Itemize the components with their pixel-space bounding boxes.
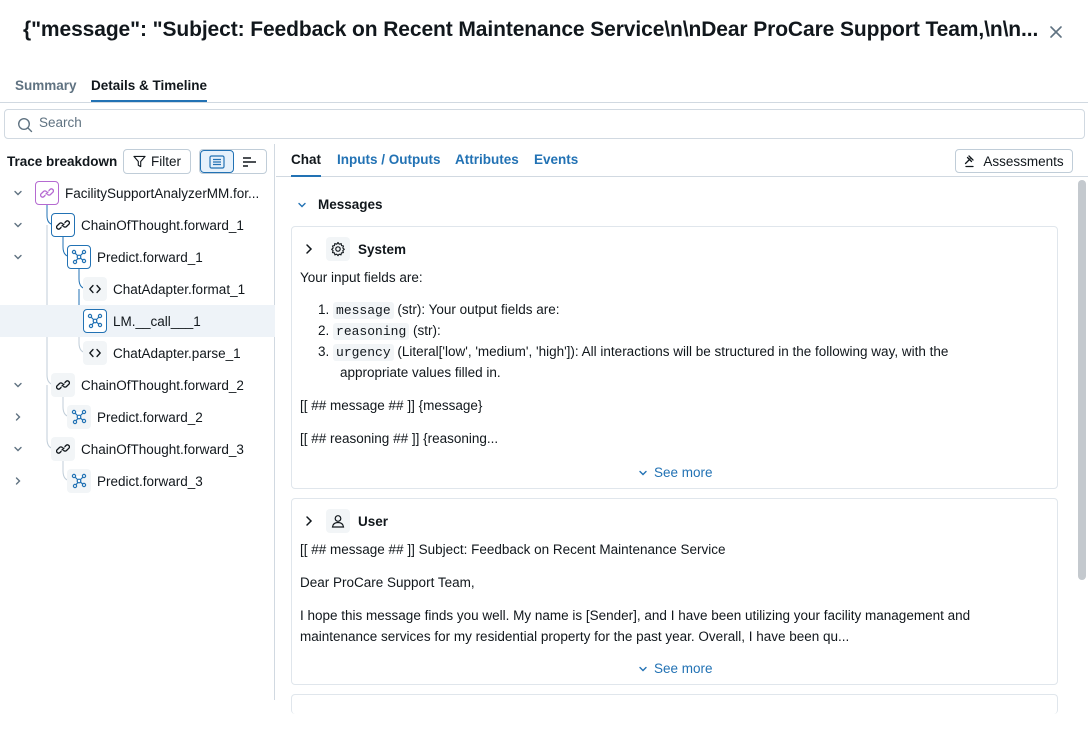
- gavel-icon: [965, 155, 975, 168]
- scrollbar-thumb[interactable]: [1078, 180, 1086, 580]
- node-label: ChatAdapter.format_1: [113, 282, 246, 297]
- search-icon: [17, 117, 33, 133]
- model-icon: [83, 309, 107, 333]
- tree-row[interactable]: ChatAdapter.parse_1: [0, 337, 275, 369]
- node-label: LM.__call___1: [113, 314, 201, 329]
- link-icon: [35, 181, 59, 205]
- code-icon: [83, 277, 107, 301]
- tree-row[interactable]: Predict.forward_3: [0, 465, 275, 497]
- role-label: User: [358, 513, 389, 529]
- chevron-right-icon[interactable]: [12, 411, 24, 423]
- link-icon: [51, 373, 75, 397]
- node-label: Predict.forward_2: [97, 410, 203, 425]
- chevron-down-icon[interactable]: [12, 219, 24, 231]
- chevron-right-icon[interactable]: [302, 514, 316, 528]
- system-intro: Your input fields are:: [300, 270, 423, 285]
- model-icon: [67, 245, 91, 269]
- chevron-down-icon[interactable]: [12, 187, 24, 199]
- link-icon: [51, 437, 75, 461]
- link-icon: [51, 213, 75, 237]
- list-item: 2. reasoning (str):: [318, 323, 441, 340]
- node-label: Predict.forward_3: [97, 474, 203, 489]
- chevron-down-icon[interactable]: [12, 443, 24, 455]
- list-item: 3. urgency (Literal['low', 'medium', 'hi…: [318, 344, 949, 361]
- trace-breakdown-panel: Trace breakdown Filter FacilitySupportAn…: [0, 144, 275, 700]
- model-icon: [67, 469, 91, 493]
- close-icon[interactable]: [1046, 22, 1066, 42]
- code-icon: [83, 341, 107, 365]
- messages-header: Messages: [318, 197, 383, 212]
- system-card-header[interactable]: System: [302, 237, 406, 261]
- tab-summary[interactable]: Summary: [15, 78, 77, 100]
- see-more-button[interactable]: See more: [638, 465, 713, 480]
- gear-icon: [326, 237, 350, 261]
- tree-row[interactable]: ChainOfThought.forward_2: [0, 369, 275, 401]
- tab-events[interactable]: Events: [534, 152, 578, 175]
- assessments-button[interactable]: Assessments: [955, 149, 1073, 173]
- see-more-button[interactable]: See more: [638, 661, 713, 676]
- chevron-right-icon[interactable]: [302, 242, 316, 256]
- search-bar: [4, 109, 1085, 139]
- detail-panel: Chat Inputs / Outputs Attributes Events …: [276, 144, 1088, 714]
- search-input[interactable]: [39, 115, 939, 130]
- chevron-down-icon[interactable]: [12, 379, 24, 391]
- chevron-down-icon[interactable]: [12, 251, 24, 263]
- user-line: I hope this message finds you well. My n…: [300, 608, 971, 623]
- list-item: 1. message (str): Your output fields are…: [318, 302, 560, 319]
- node-label: ChainOfThought.forward_3: [81, 442, 244, 457]
- node-label: ChainOfThought.forward_1: [81, 218, 244, 233]
- role-label: System: [358, 241, 407, 257]
- detail-tabs: Chat Inputs / Outputs Attributes Events …: [276, 144, 1088, 177]
- top-tabs: Summary Details & Timeline: [0, 72, 1088, 103]
- messages-toggle[interactable]: Messages: [296, 197, 383, 212]
- tab-attributes[interactable]: Attributes: [455, 152, 519, 175]
- user-line: Dear ProCare Support Team,: [300, 575, 475, 590]
- next-message-card: [291, 694, 1058, 714]
- chevron-down-icon: [639, 666, 647, 671]
- user-icon: [326, 509, 350, 533]
- model-icon: [67, 405, 91, 429]
- system-line-reasoning: [[ ## reasoning ## ]] {reasoning...: [300, 431, 499, 446]
- see-more-label: See more: [654, 465, 713, 480]
- page-title: {"message": "Subject: Feedback on Recent…: [23, 18, 1039, 41]
- tab-chat[interactable]: Chat: [291, 152, 321, 177]
- node-label: ChainOfThought.forward_2: [81, 378, 244, 393]
- user-message-card: User [[ ## message ## ]] Subject: Feedba…: [291, 498, 1058, 685]
- tree-row[interactable]: ChainOfThought.forward_1: [0, 209, 275, 241]
- tree-row[interactable]: FacilitySupportAnalyzerMM.for...: [0, 177, 275, 209]
- node-label: FacilitySupportAnalyzerMM.for...: [65, 186, 260, 201]
- user-line: [[ ## message ## ]] Subject: Feedback on…: [300, 542, 726, 557]
- scrollbar[interactable]: [1076, 178, 1088, 700]
- tab-details-timeline[interactable]: Details & Timeline: [91, 78, 208, 102]
- tab-inputs-outputs[interactable]: Inputs / Outputs: [337, 152, 441, 175]
- node-label: Predict.forward_1: [97, 250, 203, 265]
- system-line-message: [[ ## message ## ]] {message}: [300, 398, 483, 413]
- tree-row[interactable]: Predict.forward_2: [0, 401, 275, 433]
- chevron-down-icon: [639, 470, 647, 475]
- node-label: ChatAdapter.parse_1: [113, 346, 241, 361]
- tree-row[interactable]: ChainOfThought.forward_3: [0, 433, 275, 465]
- tree-row-selected[interactable]: LM.__call___1: [0, 305, 275, 337]
- user-card-header[interactable]: User: [302, 509, 388, 533]
- user-line: maintenance services for my residential …: [300, 629, 850, 644]
- see-more-label: See more: [654, 661, 713, 676]
- system-message-card: System Your input fields are: 1. message…: [291, 226, 1058, 489]
- chevron-right-icon[interactable]: [12, 475, 24, 487]
- chevron-down-icon: [298, 202, 306, 207]
- assessments-label: Assessments: [983, 153, 1064, 169]
- tree-row[interactable]: Predict.forward_1: [0, 241, 275, 273]
- tree-row[interactable]: ChatAdapter.format_1: [0, 273, 275, 305]
- list-item-continuation: appropriate values filled in.: [340, 365, 501, 380]
